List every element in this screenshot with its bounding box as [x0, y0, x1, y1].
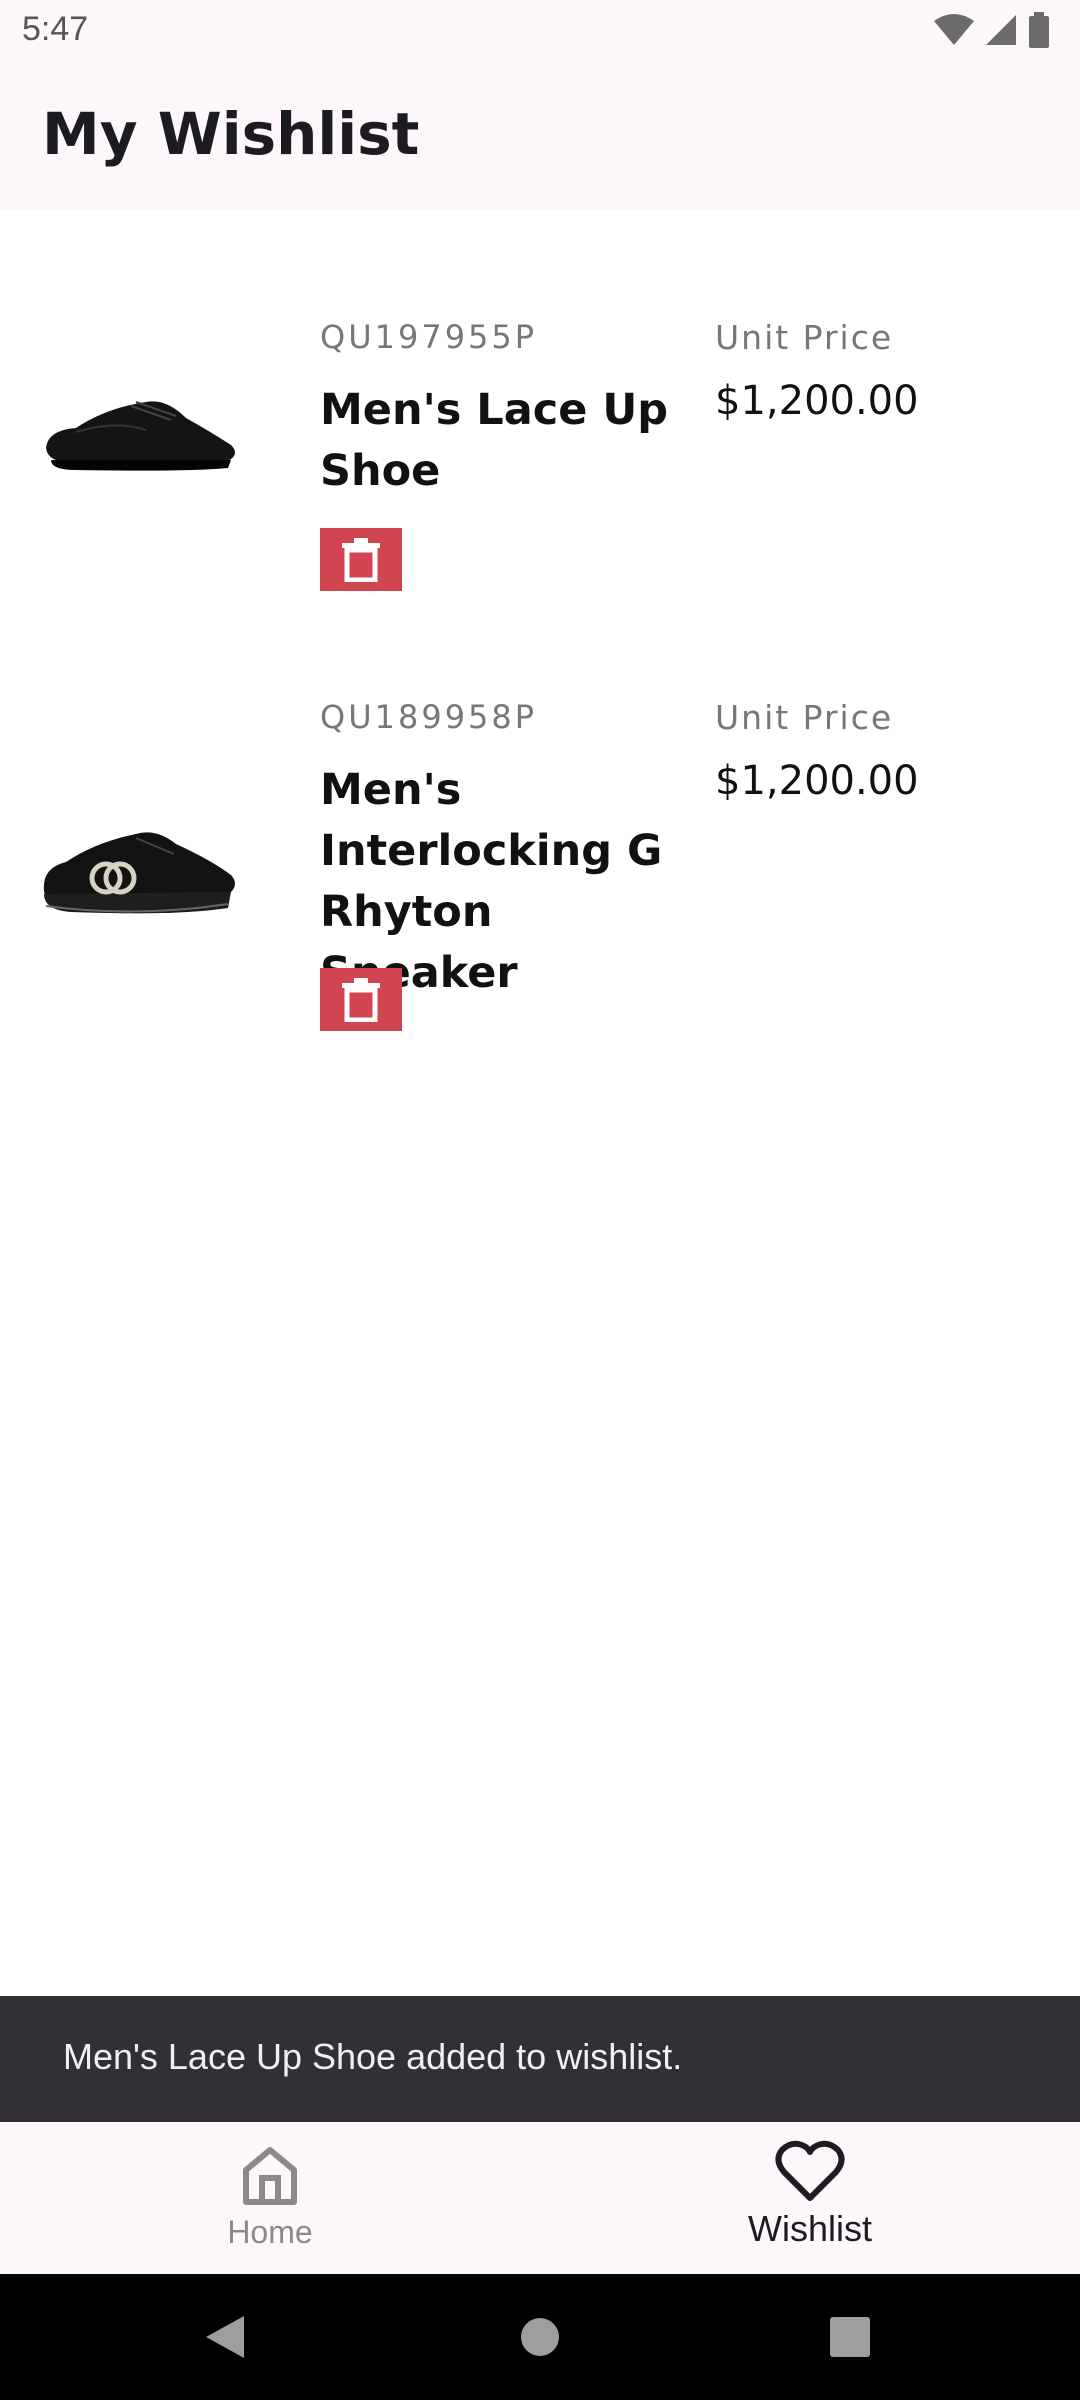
snackbar-message: Men's Lace Up Shoe added to wishlist.	[63, 2036, 683, 2077]
trash-icon	[342, 537, 380, 582]
delete-button[interactable]	[320, 528, 402, 591]
product-image-oxford-shoe	[46, 401, 235, 471]
home-circle-icon[interactable]	[520, 2317, 560, 2357]
home-icon	[243, 2147, 297, 2205]
trash-icon	[342, 977, 380, 1022]
unit-price-label: Unit Price	[715, 318, 894, 357]
snackbar: Men's Lace Up Shoe added to wishlist.	[0, 1996, 1080, 2122]
back-icon[interactable]	[204, 2314, 246, 2360]
product-price: $1,200.00	[715, 758, 919, 804]
nav-label-wishlist: Wishlist	[748, 2208, 872, 2249]
page-title: My Wishlist	[42, 100, 420, 168]
bottom-navigation: Home Wishlist	[0, 2122, 1080, 2274]
product-price: $1,200.00	[715, 378, 919, 424]
app-bar: My Wishlist	[0, 64, 1080, 210]
product-image-sneaker	[43, 832, 235, 914]
product-sku: QU197955P	[320, 318, 538, 356]
heart-icon	[775, 2140, 845, 2201]
unit-price-label: Unit Price	[715, 698, 894, 737]
nav-label-home: Home	[227, 2214, 313, 2250]
wishlist-item: QU197955P Men's Lace Up Shoe Unit Price …	[0, 210, 1080, 591]
status-bar: 5:47	[0, 0, 1080, 64]
wifi-icon	[934, 14, 974, 45]
status-icons	[934, 12, 1050, 48]
delete-button[interactable]	[320, 968, 402, 1031]
status-time: 5:47	[22, 10, 89, 48]
battery-icon	[1029, 12, 1049, 48]
product-name[interactable]: Men's Lace Up Shoe	[320, 380, 680, 502]
system-navigation-bar	[0, 2274, 1080, 2400]
product-sku: QU189958P	[320, 698, 538, 736]
recents-icon[interactable]	[830, 2317, 870, 2357]
signal-icon	[986, 15, 1016, 45]
nav-item-wishlist[interactable]: Wishlist	[660, 2122, 960, 2274]
nav-item-home[interactable]: Home	[120, 2122, 420, 2274]
wishlist-item: QU189958P Men's Interlocking G Rhyton Sn…	[0, 590, 1080, 1031]
